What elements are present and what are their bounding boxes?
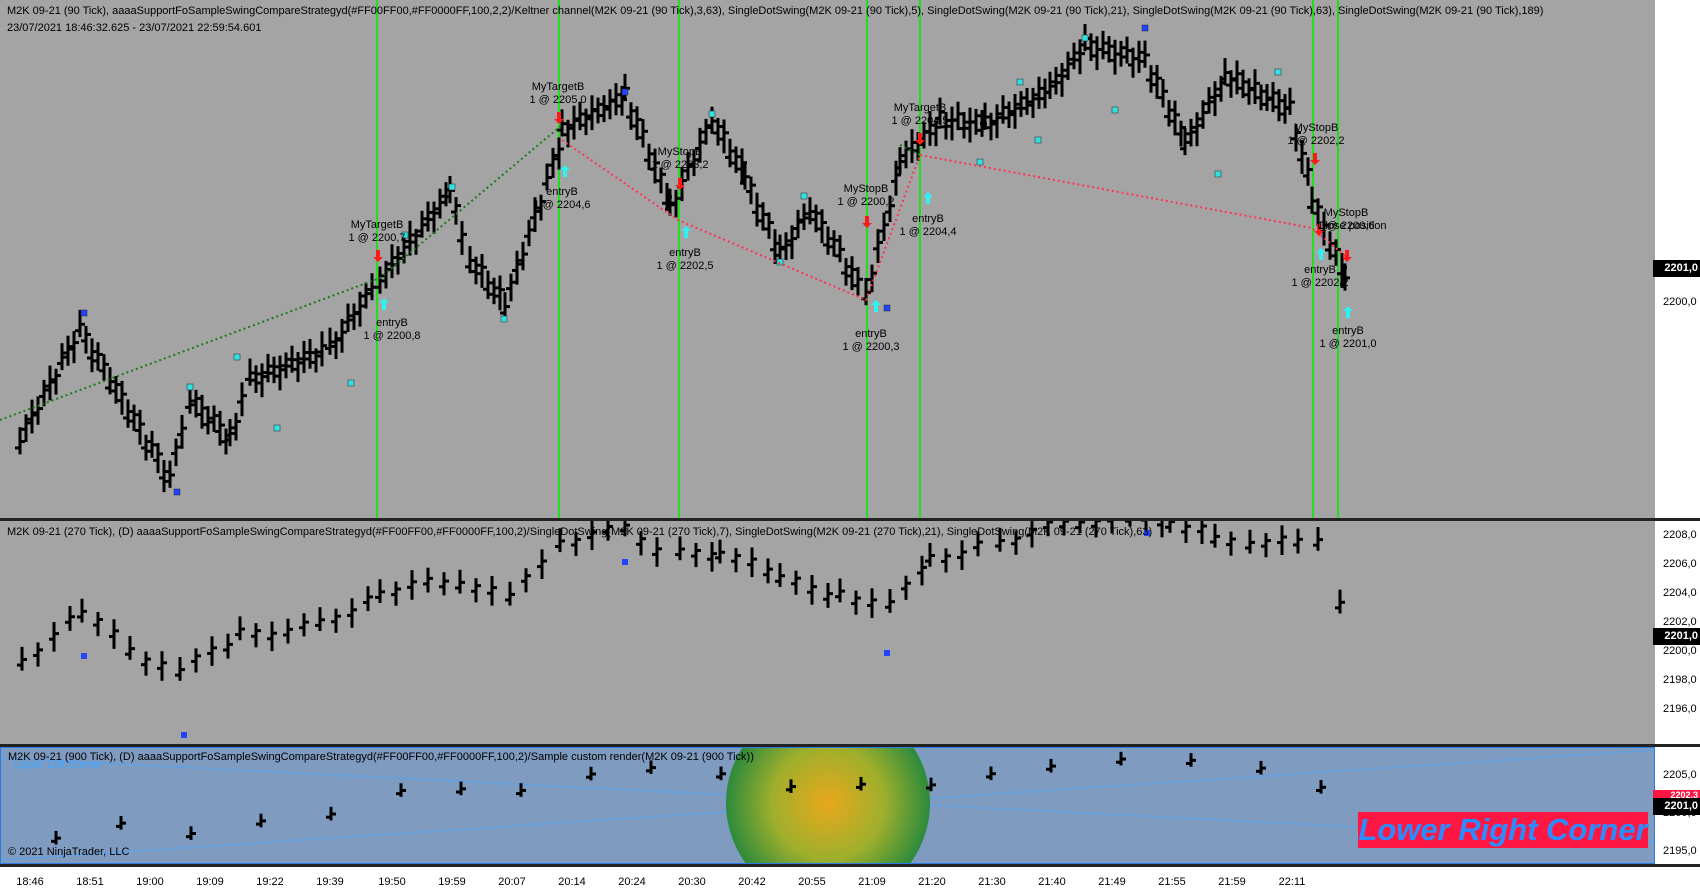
time-axis-label: 21:30	[978, 876, 1006, 888]
panel2-title: M2K 09-21 (270 Tick), (D) aaaaSupportFoS…	[7, 526, 1153, 538]
time-axis-label: 20:30	[678, 876, 706, 888]
time-axis-label: 20:24	[618, 876, 646, 888]
time-axis-label: 19:22	[256, 876, 284, 888]
time-axis-label: 19:50	[378, 876, 406, 888]
lower-right-corner-label: Lower Right Corner	[1358, 812, 1648, 848]
trade-annotation: entryB 1 @ 2204,4	[899, 213, 957, 238]
custom-plot-area[interactable]: M2K 09-21 (900 Tick), (D) aaaaSupportFoS…	[0, 747, 1655, 864]
price-badge: 2201,0	[1653, 260, 1700, 277]
axis-tick: 2196,0	[1663, 703, 1697, 715]
price-badge: 2201,0	[1653, 628, 1700, 645]
trade-annotation: entryB 1 @ 2200,8	[363, 317, 421, 342]
time-axis-label: 20:07	[498, 876, 526, 888]
time-axis-label: 19:00	[136, 876, 164, 888]
axis-tick: 2206,0	[1663, 558, 1697, 570]
trade-annotation: entryB 1 @ 2202,5	[656, 247, 714, 272]
time-axis-label: 20:42	[738, 876, 766, 888]
axis-tick: 2200,0	[1663, 296, 1697, 308]
trade-annotation: MyStopB 1 @ 2203,2	[651, 146, 709, 171]
trade-annotation: MyTargetB 1 @ 2200,7	[348, 219, 406, 244]
time-axis-label: 19:59	[438, 876, 466, 888]
axis-tick: 2198,0	[1663, 674, 1697, 686]
price-plot-area[interactable]: M2K 09-21 (90 Tick), aaaaSupportFoSample…	[0, 0, 1655, 520]
axis-tick: 2195,0	[1663, 845, 1697, 857]
price-badge: 2201,0	[1653, 798, 1700, 815]
panel1-daterange: 23/07/2021 18:46:32.625 - 23/07/2021 22:…	[7, 22, 262, 34]
time-axis-label: 21:40	[1038, 876, 1066, 888]
time-axis-label: 18:51	[76, 876, 104, 888]
time-axis-label: 21:20	[918, 876, 946, 888]
time-axis-label: 21:59	[1218, 876, 1246, 888]
axis-tick: 2204,0	[1663, 587, 1697, 599]
trade-annotation: entryB 1 @ 2202,2	[1291, 264, 1349, 289]
panel1-title: M2K 09-21 (90 Tick), aaaaSupportFoSample…	[7, 5, 1544, 17]
axis-tick: 2200,0	[1663, 645, 1697, 657]
copyright-text: © 2021 NinjaTrader, LLC	[8, 846, 130, 858]
custom-render-panel[interactable]: M2K 09-21 (900 Tick), (D) aaaaSupportFoS…	[0, 747, 1700, 864]
trade-annotation: MyStopB 1 @ 2200,2	[837, 183, 895, 208]
axis-tick: 2202,0	[1663, 616, 1697, 628]
panel3-title: M2K 09-21 (900 Tick), (D) aaaaSupportFoS…	[8, 751, 754, 763]
trade-annotation: entryB 1 @ 2204,6	[533, 186, 591, 211]
axis-tick: 2205,0	[1663, 769, 1697, 781]
time-axis-label: 19:39	[316, 876, 344, 888]
axis-tick: 2208,0	[1663, 529, 1697, 541]
time-axis-label: 21:55	[1158, 876, 1186, 888]
time-axis-label: 20:14	[558, 876, 586, 888]
time-axis-label: 18:46	[16, 876, 44, 888]
time-axis[interactable]: 18:46 18:51 19:00 19:09 19:22 19:39 19:50 19:59…	[0, 867, 1700, 888]
price-bars-canvas	[0, 24, 1353, 496]
secondary-price-panel[interactable]: M2K 09-21 (270 Tick), (D) aaaaSupportFoS…	[0, 521, 1700, 746]
price-plot-area-2[interactable]: M2K 09-21 (270 Tick), (D) aaaaSupportFoS…	[0, 521, 1655, 746]
trade-annotation: entryB 1 @ 2201,0	[1319, 325, 1377, 350]
time-axis-label: 22:11	[1278, 876, 1306, 888]
main-price-panel[interactable]: M2K 09-21 (90 Tick), aaaaSupportFoSample…	[0, 0, 1700, 520]
price-bars-canvas-2	[17, 521, 1345, 738]
trade-annotation: MyTargetB 1 @ 2205,0	[529, 81, 587, 106]
upper-left-corner-label: Upper Left Corner	[14, 759, 103, 771]
trade-annotation: Close position	[1317, 220, 1387, 232]
time-axis-label: 20:55	[798, 876, 826, 888]
time-axis-label: 21:09	[858, 876, 886, 888]
trade-annotation: entryB 1 @ 2200,3	[842, 328, 900, 353]
time-axis-label: 21:49	[1098, 876, 1126, 888]
time-axis-label: 19:09	[196, 876, 224, 888]
trade-annotation: MyTargetB 1 @ 2204,5	[891, 102, 949, 127]
gradient-ellipse	[726, 748, 930, 863]
trade-annotation: MyStopB 1 @ 2202,2	[1287, 122, 1345, 147]
